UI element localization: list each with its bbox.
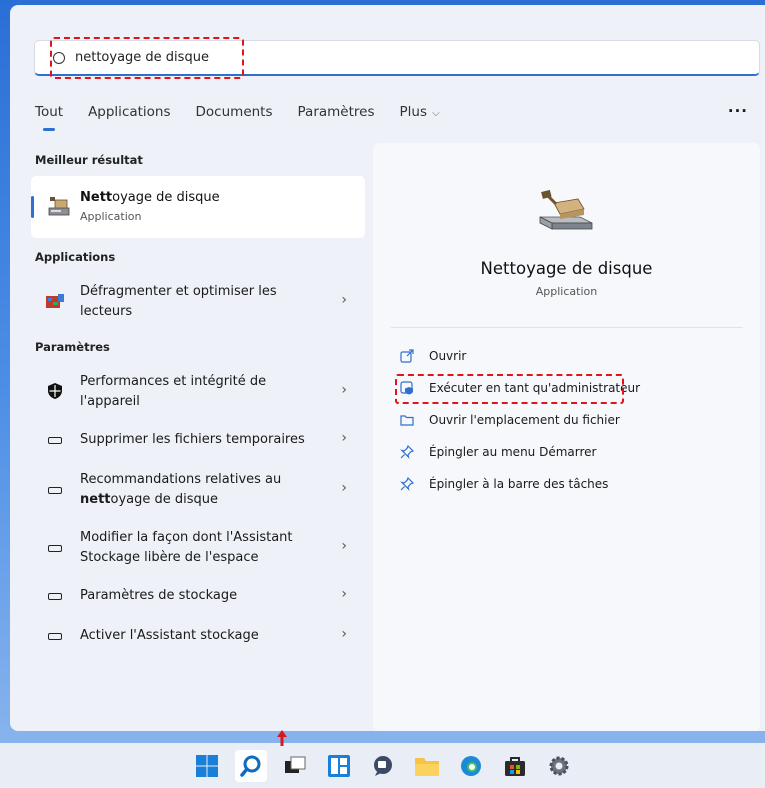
list-item-label: Performances et intégrité de l'appareil xyxy=(80,372,320,412)
list-item-delete-temp-files[interactable]: Supprimer les fichiers temporaires › xyxy=(31,430,365,450)
detail-subtitle: Application xyxy=(535,285,598,298)
best-match-name-rest: oyage de disque xyxy=(112,190,220,205)
more-options-icon[interactable]: ··· xyxy=(728,102,748,120)
tab-documents[interactable]: Documents xyxy=(196,104,273,120)
chevron-right-icon: › xyxy=(341,586,347,602)
file-explorer-icon[interactable] xyxy=(411,750,443,782)
list-item-storage-sense-config[interactable]: Modifier la façon dont l'Assistant Stocka… xyxy=(31,528,365,568)
tab-applications[interactable]: Applications xyxy=(88,104,170,120)
storage-icon xyxy=(45,539,65,557)
widgets-icon[interactable] xyxy=(323,750,355,782)
list-item-line1: Recommandations relatives au xyxy=(80,472,282,487)
taskbar-search-icon[interactable] xyxy=(234,749,267,782)
storage-icon xyxy=(45,431,65,449)
list-item-device-performance[interactable]: Performances et intégrité de l'appareil › xyxy=(31,372,365,412)
pin-icon xyxy=(399,444,415,460)
task-view-icon[interactable] xyxy=(279,750,311,782)
chevron-right-icon: › xyxy=(341,430,347,446)
storage-icon xyxy=(45,627,65,645)
action-pin-taskbar[interactable]: Épingler à la barre des tâches xyxy=(399,476,608,492)
action-label: Épingler au menu Démarrer xyxy=(429,445,597,459)
store-icon[interactable] xyxy=(499,750,531,782)
tab-more-label: Plus xyxy=(399,104,427,120)
chat-icon[interactable] xyxy=(367,750,399,782)
list-item-line2: l'appareil xyxy=(80,394,140,409)
selection-indicator xyxy=(31,196,34,218)
list-item-cleanup-recommendations[interactable]: Recommandations relatives au nettoyage de… xyxy=(31,470,365,510)
section-settings: Paramètres xyxy=(35,340,110,354)
edge-browser-icon[interactable] xyxy=(455,750,487,782)
list-item-label: Paramètres de stockage xyxy=(80,588,238,603)
list-item-line2: oyage de disque xyxy=(110,492,219,507)
action-label: Épingler à la barre des tâches xyxy=(429,477,609,491)
section-applications: Applications xyxy=(35,250,116,264)
folder-icon xyxy=(399,412,415,428)
action-pin-start[interactable]: Épingler au menu Démarrer xyxy=(399,444,596,460)
list-item-defragment[interactable]: Défragmenter et optimiser les lecteurs › xyxy=(31,282,365,322)
action-open-location[interactable]: Ouvrir l'emplacement du fichier xyxy=(399,412,620,428)
action-label: Ouvrir l'emplacement du fichier xyxy=(429,413,620,427)
list-item-line2: Stockage libère de l'espace xyxy=(80,550,259,565)
tab-more[interactable]: Plus ⌵ xyxy=(400,104,440,120)
tab-settings[interactable]: Paramètres xyxy=(298,104,375,120)
list-item-label: Supprimer les fichiers temporaires xyxy=(80,432,305,447)
shield-icon xyxy=(45,382,65,400)
taskbar xyxy=(0,743,765,788)
list-item-enable-storage-sense[interactable]: Activer l'Assistant stockage › xyxy=(31,626,365,646)
chevron-right-icon: › xyxy=(341,626,347,642)
detail-pane: Nettoyage de disque Application Ouvrir E… xyxy=(373,143,760,731)
chevron-right-icon: › xyxy=(341,538,347,554)
admin-highlight-box xyxy=(395,374,624,404)
open-external-icon xyxy=(399,348,415,364)
chevron-right-icon: › xyxy=(341,480,347,496)
chevron-down-icon: ⌵ xyxy=(428,108,440,119)
divider xyxy=(391,327,743,328)
best-match-item[interactable]: Nettoyage de disque Application xyxy=(31,176,365,238)
list-item-line1: Performances et intégrité de xyxy=(80,374,267,389)
list-item-label: Recommandations relatives au nettoyage de… xyxy=(80,470,320,510)
pointer-arrow-icon xyxy=(277,730,287,746)
settings-gear-icon[interactable] xyxy=(543,750,575,782)
list-item-line2-bold: nett xyxy=(80,492,111,507)
list-item-label: Modifier la façon dont l'Assistant Stocka… xyxy=(80,528,320,568)
defragment-icon xyxy=(45,292,65,310)
list-item-storage-settings[interactable]: Paramètres de stockage › xyxy=(31,586,365,606)
chevron-right-icon: › xyxy=(341,382,347,398)
disk-cleanup-large-icon xyxy=(539,189,593,230)
section-best-match: Meilleur résultat xyxy=(35,153,143,167)
action-label: Ouvrir xyxy=(429,349,467,363)
pin-icon xyxy=(399,476,415,492)
storage-icon xyxy=(45,587,65,605)
action-open[interactable]: Ouvrir xyxy=(399,348,466,364)
detail-title: Nettoyage de disque xyxy=(480,259,653,278)
best-match-name-bold: Nett xyxy=(80,190,113,205)
list-item-label: Défragmenter et optimiser les lecteurs xyxy=(80,282,320,322)
search-highlight-box xyxy=(50,37,244,79)
chevron-right-icon: › xyxy=(341,292,347,308)
best-match-name: Nettoyage de disque xyxy=(80,190,220,205)
windows-start-icon[interactable] xyxy=(191,750,223,782)
tab-all[interactable]: Tout xyxy=(35,104,63,131)
disk-cleanup-icon xyxy=(48,197,70,216)
filter-tabs: Tout Applications Documents Paramètres P… xyxy=(35,104,465,131)
list-item-line1: Modifier la façon dont l'Assistant xyxy=(80,530,293,545)
list-item-line2: lecteurs xyxy=(80,304,133,319)
list-item-label: Activer l'Assistant stockage xyxy=(80,628,259,643)
storage-icon xyxy=(45,481,65,499)
best-match-type: Application xyxy=(80,210,142,223)
list-item-line1: Défragmenter et optimiser les xyxy=(80,284,277,299)
